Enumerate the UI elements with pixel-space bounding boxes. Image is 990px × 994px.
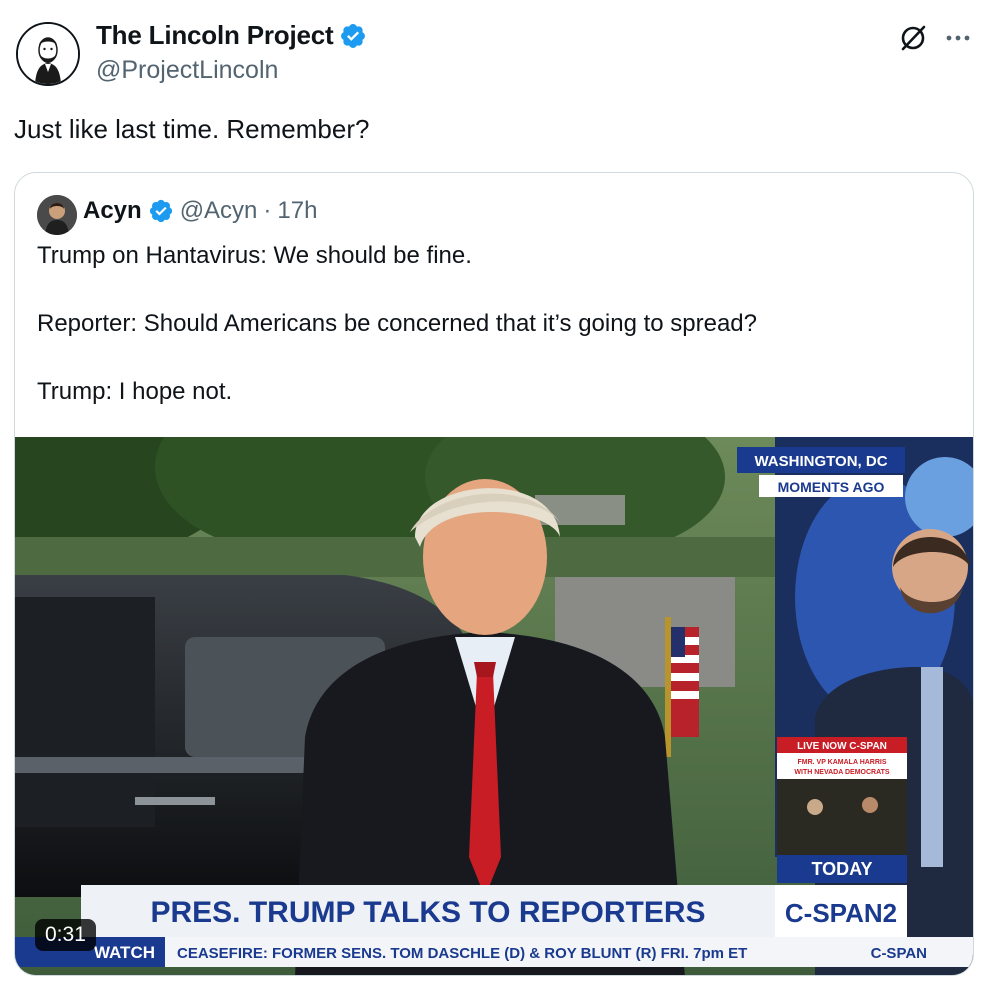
author-avatar[interactable] bbox=[16, 22, 80, 86]
verified-badge-icon[interactable] bbox=[148, 198, 174, 224]
meta-separator: · bbox=[263, 197, 272, 224]
quote-author-handle[interactable]: @Acyn bbox=[180, 197, 258, 225]
post-text: Just like last time. Remember? bbox=[14, 114, 370, 144]
author-handle[interactable]: @ProjectLincoln bbox=[96, 56, 278, 85]
quote-text: Trump on Hantavirus: We should be fine. … bbox=[37, 239, 957, 443]
quote-text-line: Trump on Hantavirus: We should be fine. bbox=[37, 242, 472, 269]
time-tag: MOMENTS AGO bbox=[778, 479, 885, 495]
author-name-row: The Lincoln Project bbox=[96, 20, 367, 51]
live-label: LIVE NOW C-SPAN bbox=[797, 741, 887, 752]
quote-author-avatar[interactable] bbox=[37, 195, 77, 235]
today-label: TODAY bbox=[811, 859, 872, 879]
live-sub-2: WITH NEVADA DEMOCRATS bbox=[794, 769, 889, 776]
tweet: The Lincoln Project @ProjectLincoln Just… bbox=[0, 0, 990, 994]
quote-text-line: Reporter: Should Americans be concerned … bbox=[37, 310, 757, 337]
video-frame: WASHINGTON, DC MOMENTS AGO LIVE NOW C-SP… bbox=[15, 437, 973, 975]
quote-header: Acyn @Acyn · 17h bbox=[83, 197, 317, 225]
ticker-label: WATCH bbox=[94, 943, 155, 962]
verified-badge-icon[interactable] bbox=[339, 22, 367, 50]
network-logo: C-SPAN2 bbox=[785, 898, 897, 928]
location-tag: WASHINGTON, DC bbox=[754, 453, 887, 470]
lincoln-portrait-icon bbox=[18, 24, 78, 84]
ticker-logo: C-SPAN bbox=[871, 945, 927, 962]
grok-icon[interactable] bbox=[897, 22, 929, 54]
author-display-name[interactable]: The Lincoln Project bbox=[96, 20, 334, 51]
quoted-post[interactable]: Acyn @Acyn · 17h Trump on Hantavirus: We… bbox=[14, 172, 974, 976]
video-duration: 0:31 bbox=[35, 919, 96, 951]
quote-author-name[interactable]: Acyn bbox=[83, 197, 142, 225]
video-player[interactable]: WASHINGTON, DC MOMENTS AGO LIVE NOW C-SP… bbox=[15, 437, 973, 975]
more-icon[interactable] bbox=[944, 26, 972, 50]
quote-timestamp[interactable]: 17h bbox=[277, 197, 317, 225]
ticker-text: CEASEFIRE: FORMER SENS. TOM DASCHLE (D) … bbox=[177, 945, 747, 962]
live-sub-1: FMR. VP KAMALA HARRIS bbox=[797, 759, 886, 766]
headline: PRES. TRUMP TALKS TO REPORTERS bbox=[150, 896, 705, 929]
quote-text-line: Trump: I hope not. bbox=[37, 378, 233, 405]
acyn-avatar-image bbox=[37, 195, 77, 235]
